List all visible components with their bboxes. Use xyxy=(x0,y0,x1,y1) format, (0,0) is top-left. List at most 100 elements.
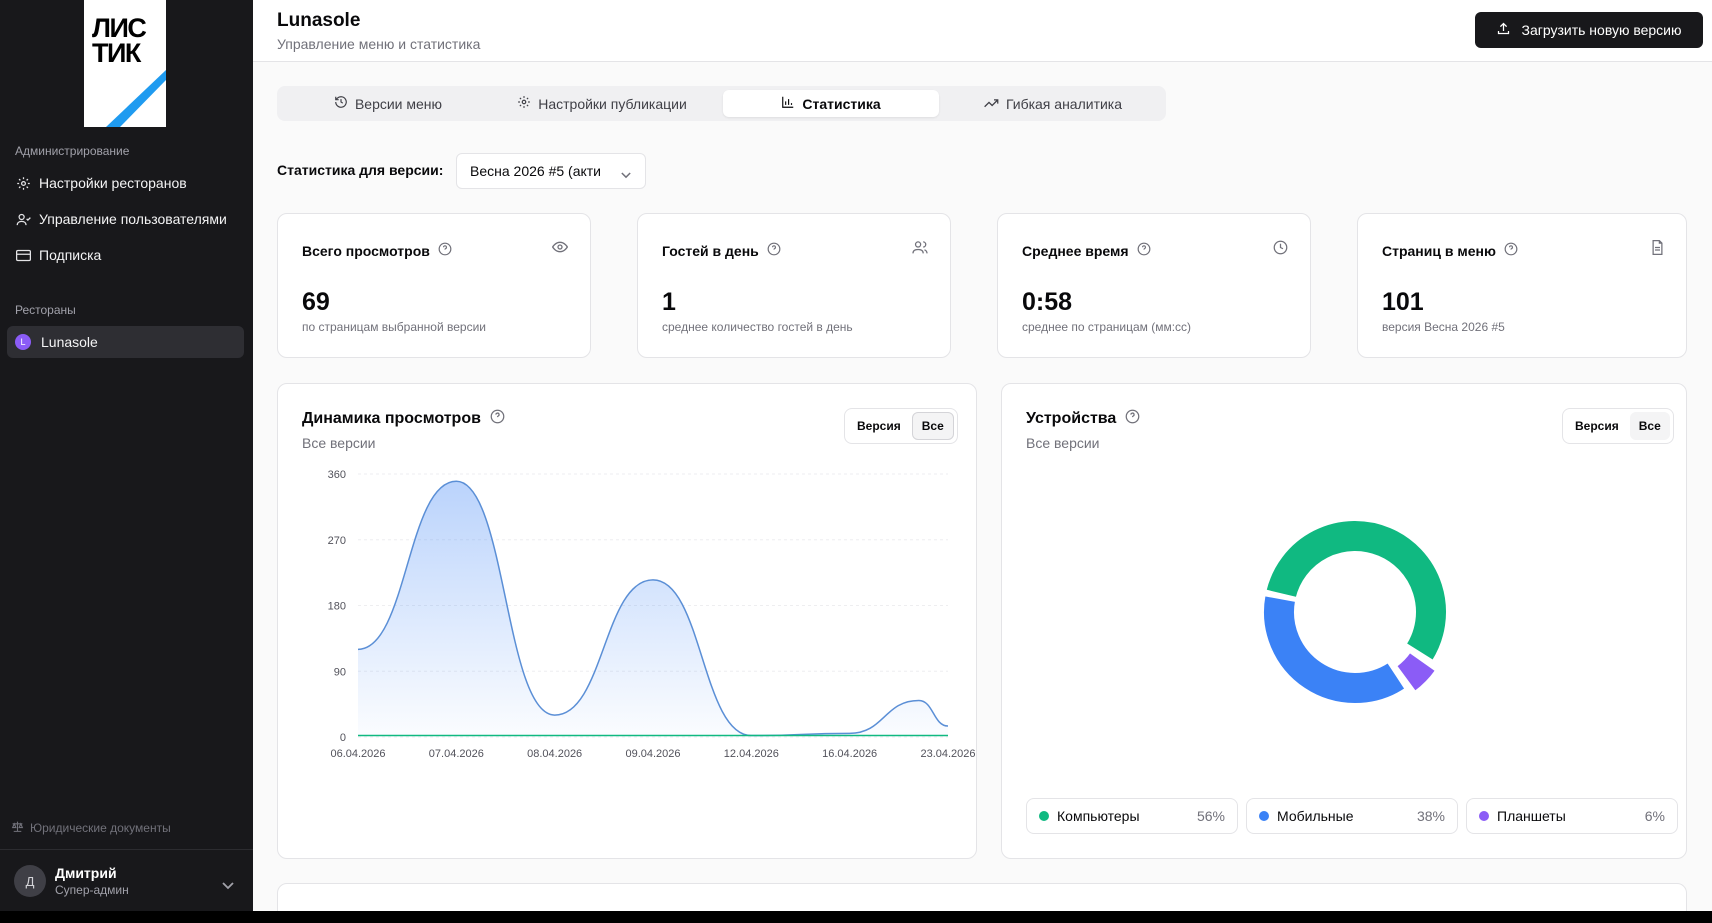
stat-desc: версия Весна 2026 #5 xyxy=(1382,320,1505,334)
screen-bottom-edge xyxy=(0,911,1712,923)
legend-item-mobile: Мобильные 38% xyxy=(1246,798,1458,834)
stat-desc: среднее количество гостей в день xyxy=(662,320,853,334)
version-select[interactable]: Весна 2026 #5 (акти xyxy=(456,153,646,189)
tab-publish-settings[interactable]: Настройки публикации xyxy=(495,90,709,117)
stat-desc: по страницам выбранной версии xyxy=(302,320,486,334)
devices-donut-chart xyxy=(1262,519,1448,705)
next-section-card xyxy=(277,883,1687,911)
chart-title-wrap: Динамика просмотров xyxy=(302,409,505,429)
y-tick-label: 0 xyxy=(340,732,346,744)
chart-subtitle: Все версии xyxy=(302,435,376,451)
divider xyxy=(0,849,253,850)
tab-label: Версии меню xyxy=(354,95,443,112)
legend-label: Планшеты xyxy=(1497,808,1566,824)
document-icon xyxy=(1651,240,1664,260)
users-icon xyxy=(15,211,31,227)
page-header: Lunasole Управление меню и статистика За… xyxy=(253,0,1712,62)
legend-dot xyxy=(1039,811,1049,821)
page-subtitle: Управление меню и статистика xyxy=(277,36,481,52)
help-icon[interactable] xyxy=(1125,409,1140,429)
user-name: Дмитрий xyxy=(55,865,117,881)
version-select-value: Весна 2026 #5 (акти xyxy=(470,163,601,179)
tab-label: Настройки публикации xyxy=(538,95,687,112)
stat-title-wrap: Всего просмотров xyxy=(302,242,452,259)
donut-slice-mobile[interactable] xyxy=(1262,594,1407,705)
help-icon[interactable] xyxy=(1137,242,1151,259)
tab-statistics[interactable]: Статистика xyxy=(723,90,939,117)
devices-scope-toggle: Версия Все xyxy=(1562,408,1674,444)
upload-icon xyxy=(1496,21,1511,39)
toggle-all[interactable]: Все xyxy=(1629,412,1670,440)
logo-text: ЛИС ТИК xyxy=(92,13,147,68)
legend-item-desktop: Компьютеры 56% xyxy=(1026,798,1238,834)
help-icon[interactable] xyxy=(490,409,505,429)
legend-pct: 56% xyxy=(1196,808,1225,824)
y-tick-label: 360 xyxy=(328,469,346,481)
sidebar: ЛИС ТИК Администрирование Настройки ресто… xyxy=(0,0,253,923)
sidebar-item-subscription[interactable]: Подписка xyxy=(7,239,244,271)
card-icon xyxy=(15,247,31,263)
stat-value: 69 xyxy=(302,288,330,316)
tab-bar: Версии меню Настройки публикации Статист… xyxy=(277,86,1166,121)
sidebar-item-label: Настройки ресторанов xyxy=(39,175,187,191)
upload-version-button[interactable]: Загрузить новую версию xyxy=(1475,12,1703,48)
trend-icon xyxy=(984,96,999,112)
stat-card-guests-per-day: Гостей в день 1 среднее количество госте… xyxy=(637,213,951,358)
legend-dot xyxy=(1259,811,1269,821)
devices-card: Устройства Все версии Версия Все Компьют… xyxy=(1001,383,1687,859)
sidebar-item-label: Подписка xyxy=(39,247,102,263)
chevron-down-icon[interactable] xyxy=(222,877,234,895)
x-tick-label: 09.04.2026 xyxy=(625,748,680,760)
section-restaurants-label: Рестораны xyxy=(15,303,76,317)
toggle-version[interactable]: Версия xyxy=(848,412,910,440)
chart-subtitle: Все версии xyxy=(1026,435,1100,451)
toggle-version[interactable]: Версия xyxy=(1566,412,1628,440)
sidebar-item-lunasole[interactable]: L Lunasole xyxy=(7,326,244,358)
page-title: Lunasole xyxy=(277,10,361,31)
sidebar-item-users[interactable]: Управление пользователями xyxy=(7,203,244,235)
stat-card-pages-in-menu: Страниц в меню 101 версия Весна 2026 #5 xyxy=(1357,213,1687,358)
toggle-all[interactable]: Все xyxy=(911,412,954,440)
user-menu[interactable]: Д Дмитрий Супер-админ xyxy=(14,865,129,897)
views-chart: 0 90 180 270 360 06.04.2026 07.04.2026 08.04.20… xyxy=(328,469,976,760)
tab-menu-versions[interactable]: Версии меню xyxy=(281,90,495,117)
stat-title-wrap: Среднее время xyxy=(1022,242,1151,259)
views-scope-toggle: Версия Все xyxy=(844,408,958,444)
help-icon[interactable] xyxy=(767,242,781,259)
x-tick-label: 08.04.2026 xyxy=(527,748,582,760)
legend-label: Компьютеры xyxy=(1057,808,1140,824)
tab-flexible-analytics[interactable]: Гибкая аналитика xyxy=(945,90,1161,117)
y-tick-label: 180 xyxy=(328,601,346,613)
stat-value: 101 xyxy=(1382,288,1424,316)
gear-icon xyxy=(517,95,531,112)
app-logo[interactable]: ЛИС ТИК xyxy=(84,0,166,127)
stat-title: Страниц в меню xyxy=(1382,242,1496,259)
stat-title: Всего просмотров xyxy=(302,242,430,259)
x-tick-label: 16.04.2026 xyxy=(822,748,877,760)
stat-title: Гостей в день xyxy=(662,242,759,259)
legend-pct: 6% xyxy=(1644,808,1665,824)
x-tick-label: 23.04.2026 xyxy=(920,748,975,760)
restaurant-badge: L xyxy=(15,334,31,350)
sidebar-item-restaurant-settings[interactable]: Настройки ресторанов xyxy=(7,167,244,199)
user-role: Супер-админ xyxy=(55,883,129,897)
version-filter-label: Статистика для версии: xyxy=(277,162,444,178)
stat-title: Среднее время xyxy=(1022,242,1129,259)
bar-chart-icon xyxy=(781,95,795,112)
eye-icon xyxy=(551,240,569,258)
chevron-down-icon xyxy=(621,166,631,182)
main-content: Lunasole Управление меню и статистика За… xyxy=(253,0,1712,911)
legal-documents-link[interactable]: Юридические документы xyxy=(11,820,171,836)
help-icon[interactable] xyxy=(438,242,452,259)
upload-label: Загрузить новую версию xyxy=(1521,22,1682,38)
legend-label: Мобильные xyxy=(1277,808,1354,824)
scales-icon xyxy=(11,820,24,836)
history-icon xyxy=(334,95,348,112)
section-admin-label: Администрирование xyxy=(15,144,130,158)
chart-title-wrap: Устройства xyxy=(1026,409,1140,429)
y-tick-label: 270 xyxy=(328,535,346,547)
help-icon[interactable] xyxy=(1504,242,1518,259)
clock-icon xyxy=(1273,240,1288,260)
stat-card-total-views: Всего просмотров 69 по страницам выбранн… xyxy=(277,213,591,358)
y-tick-label: 90 xyxy=(334,666,346,678)
